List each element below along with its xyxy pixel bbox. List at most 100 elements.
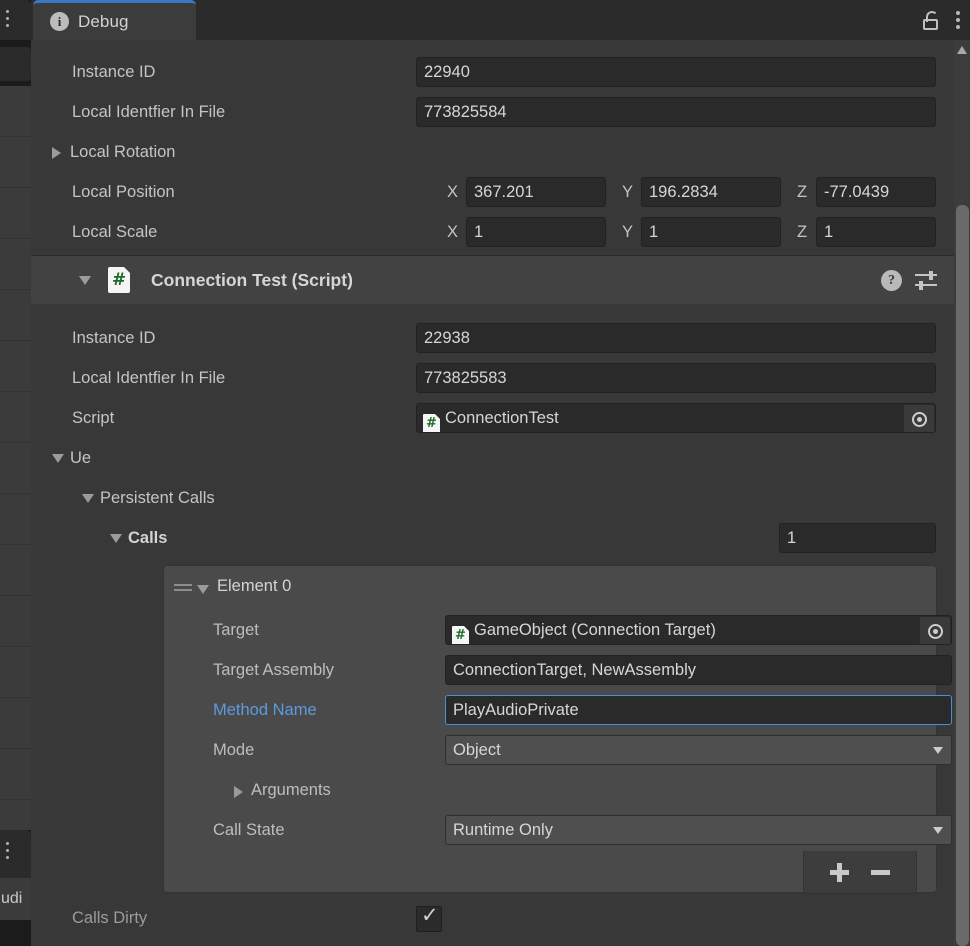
label-instance-id: Instance ID bbox=[72, 329, 156, 347]
label-mode: Mode bbox=[213, 741, 255, 759]
chevron-down-icon bbox=[933, 827, 943, 834]
field-local-position-z[interactable]: -77.0439 bbox=[816, 177, 936, 207]
label-local-rotation: Local Rotation bbox=[70, 143, 176, 161]
object-picker-icon[interactable] bbox=[919, 617, 950, 644]
checkbox-check-icon: ✓ bbox=[421, 904, 439, 927]
field-local-position-x[interactable]: 367.201 bbox=[466, 177, 606, 207]
kebab-menu-icon[interactable] bbox=[6, 842, 10, 862]
dropdown-call-state[interactable]: Runtime Only bbox=[445, 815, 952, 845]
row-local-rotation[interactable]: Local Rotation bbox=[31, 132, 970, 172]
row-local-scale: Local Scale X 1 Y 1 Z 1 bbox=[31, 212, 970, 252]
label-calls-dirty: Calls Dirty bbox=[72, 909, 148, 927]
dropdown-call-state-value: Runtime Only bbox=[453, 821, 553, 839]
foldout-expanded-icon[interactable] bbox=[79, 276, 91, 285]
adjacent-panel-filler bbox=[0, 920, 31, 946]
label-ue: Ue bbox=[70, 449, 92, 467]
axis-label-z: Z bbox=[797, 223, 808, 241]
inspector-window: i Debug Instance ID 22940 Local Identfie… bbox=[31, 0, 970, 946]
row-local-identifier-transform: Local Identfier In File 773825584 bbox=[31, 92, 970, 132]
component-header-connection-test[interactable]: # Connection Test (Script) ? bbox=[31, 256, 970, 304]
checkbox-calls-dirty[interactable]: ✓ bbox=[416, 904, 442, 932]
script-reference-value: ConnectionTest bbox=[445, 409, 559, 427]
label-local-scale: Local Scale bbox=[72, 223, 158, 241]
unity-inspector-screenshot: udi i Debug Instance ID 22940 Local Iden… bbox=[0, 0, 970, 946]
row-calls-dirty: Calls Dirty ✓ bbox=[31, 898, 970, 938]
label-call-state: Call State bbox=[213, 821, 285, 839]
row-instance-id-component: Instance ID 22938 bbox=[31, 318, 970, 358]
kebab-menu-icon[interactable] bbox=[956, 11, 960, 29]
adjacent-panel-top-tabbar bbox=[0, 0, 31, 41]
row-call-state: Call State Runtime Only bbox=[164, 810, 952, 850]
foldout-expanded-icon[interactable] bbox=[197, 585, 209, 594]
row-target-assembly: Target Assembly ConnectionTarget, NewAss… bbox=[164, 650, 952, 690]
field-target-assembly[interactable]: ConnectionTarget, NewAssembly bbox=[445, 655, 952, 685]
label-target-assembly: Target Assembly bbox=[213, 661, 335, 679]
add-element-button[interactable] bbox=[830, 862, 849, 882]
axis-label-x: X bbox=[447, 223, 459, 241]
target-object-value: GameObject (Connection Target) bbox=[474, 621, 716, 639]
help-icon[interactable]: ? bbox=[881, 270, 902, 291]
inspector-scrollbar[interactable] bbox=[954, 40, 970, 946]
field-instance-id[interactable]: 22938 bbox=[416, 323, 936, 353]
axis-label-y: Y bbox=[622, 183, 634, 201]
dropdown-mode[interactable]: Object bbox=[445, 735, 952, 765]
adjacent-panel-rows bbox=[0, 86, 31, 851]
object-picker-icon[interactable] bbox=[903, 405, 934, 432]
label-persistent-calls: Persistent Calls bbox=[100, 489, 215, 507]
foldout-collapsed-icon[interactable] bbox=[234, 786, 243, 798]
remove-element-button[interactable] bbox=[871, 869, 890, 875]
scroll-up-arrow-icon[interactable] bbox=[957, 46, 967, 54]
row-persistent-calls[interactable]: Persistent Calls bbox=[31, 478, 970, 518]
field-local-position-y[interactable]: 196.2834 bbox=[641, 177, 781, 207]
row-local-identifier-component: Local Identfier In File 773825583 bbox=[31, 358, 970, 398]
inspector-tabbar: i Debug bbox=[31, 0, 970, 40]
axis-label-z: Z bbox=[797, 183, 808, 201]
drag-handle-icon[interactable] bbox=[174, 584, 192, 593]
foldout-expanded-icon[interactable] bbox=[82, 494, 94, 503]
label-local-identifier: Local Identfier In File bbox=[72, 103, 226, 121]
csharp-script-icon: # bbox=[108, 267, 130, 293]
row-instance-id-transform: Instance ID 22940 bbox=[31, 52, 970, 92]
label-method-name: Method Name bbox=[213, 701, 317, 719]
list-footer-buttons bbox=[803, 851, 917, 894]
row-arguments[interactable]: Arguments bbox=[164, 770, 936, 810]
tab-debug[interactable]: i Debug bbox=[33, 0, 196, 40]
field-local-identifier[interactable]: 773825584 bbox=[416, 97, 936, 127]
adjacent-panel-tab-label[interactable]: udi bbox=[0, 878, 32, 920]
label-target: Target bbox=[213, 621, 259, 639]
unlocked-padlock-icon[interactable] bbox=[922, 10, 940, 30]
label-script: Script bbox=[72, 409, 115, 427]
foldout-expanded-icon[interactable] bbox=[110, 534, 122, 543]
foldout-expanded-icon[interactable] bbox=[52, 454, 64, 463]
element-0-container: Element 0 Target # GameObject (Connection… bbox=[163, 565, 952, 893]
foldout-collapsed-icon[interactable] bbox=[52, 147, 61, 159]
preset-sliders-icon[interactable] bbox=[915, 271, 937, 290]
field-method-name[interactable]: PlayAudioPrivate bbox=[445, 695, 952, 725]
field-instance-id[interactable]: 22940 bbox=[416, 57, 936, 87]
adjacent-panel-field bbox=[0, 46, 32, 82]
field-local-scale-y[interactable]: 1 bbox=[641, 217, 781, 247]
row-script: Script # ConnectionTest bbox=[31, 398, 970, 438]
row-mode: Mode Object bbox=[164, 730, 952, 770]
element-0-label: Element 0 bbox=[217, 577, 292, 595]
row-ue[interactable]: Ue bbox=[31, 438, 970, 478]
adjacent-panel-strip: udi bbox=[0, 0, 32, 946]
inspector-body: Instance ID 22940 Local Identfier In Fil… bbox=[31, 40, 970, 946]
row-local-position: Local Position X 367.201 Y 196.2834 Z -7… bbox=[31, 172, 970, 212]
label-local-position: Local Position bbox=[72, 183, 175, 201]
adjacent-panel-bottom-tabbar bbox=[0, 830, 31, 879]
field-target-object[interactable]: # GameObject (Connection Target) bbox=[445, 615, 952, 645]
scrollbar-thumb[interactable] bbox=[956, 205, 969, 946]
label-instance-id: Instance ID bbox=[72, 63, 156, 81]
inspector-tab-tools bbox=[922, 0, 960, 40]
info-icon: i bbox=[50, 12, 69, 31]
field-calls-size[interactable]: 1 bbox=[779, 523, 936, 553]
field-script-reference[interactable]: # ConnectionTest bbox=[416, 403, 936, 433]
field-local-scale-z[interactable]: 1 bbox=[816, 217, 936, 247]
field-local-scale-x[interactable]: 1 bbox=[466, 217, 606, 247]
kebab-menu-icon[interactable] bbox=[6, 10, 10, 30]
dropdown-mode-value: Object bbox=[453, 741, 501, 759]
field-local-identifier[interactable]: 773825583 bbox=[416, 363, 936, 393]
csharp-script-icon: # bbox=[423, 414, 440, 432]
row-target: Target # GameObject (Connection Target) bbox=[164, 610, 952, 650]
